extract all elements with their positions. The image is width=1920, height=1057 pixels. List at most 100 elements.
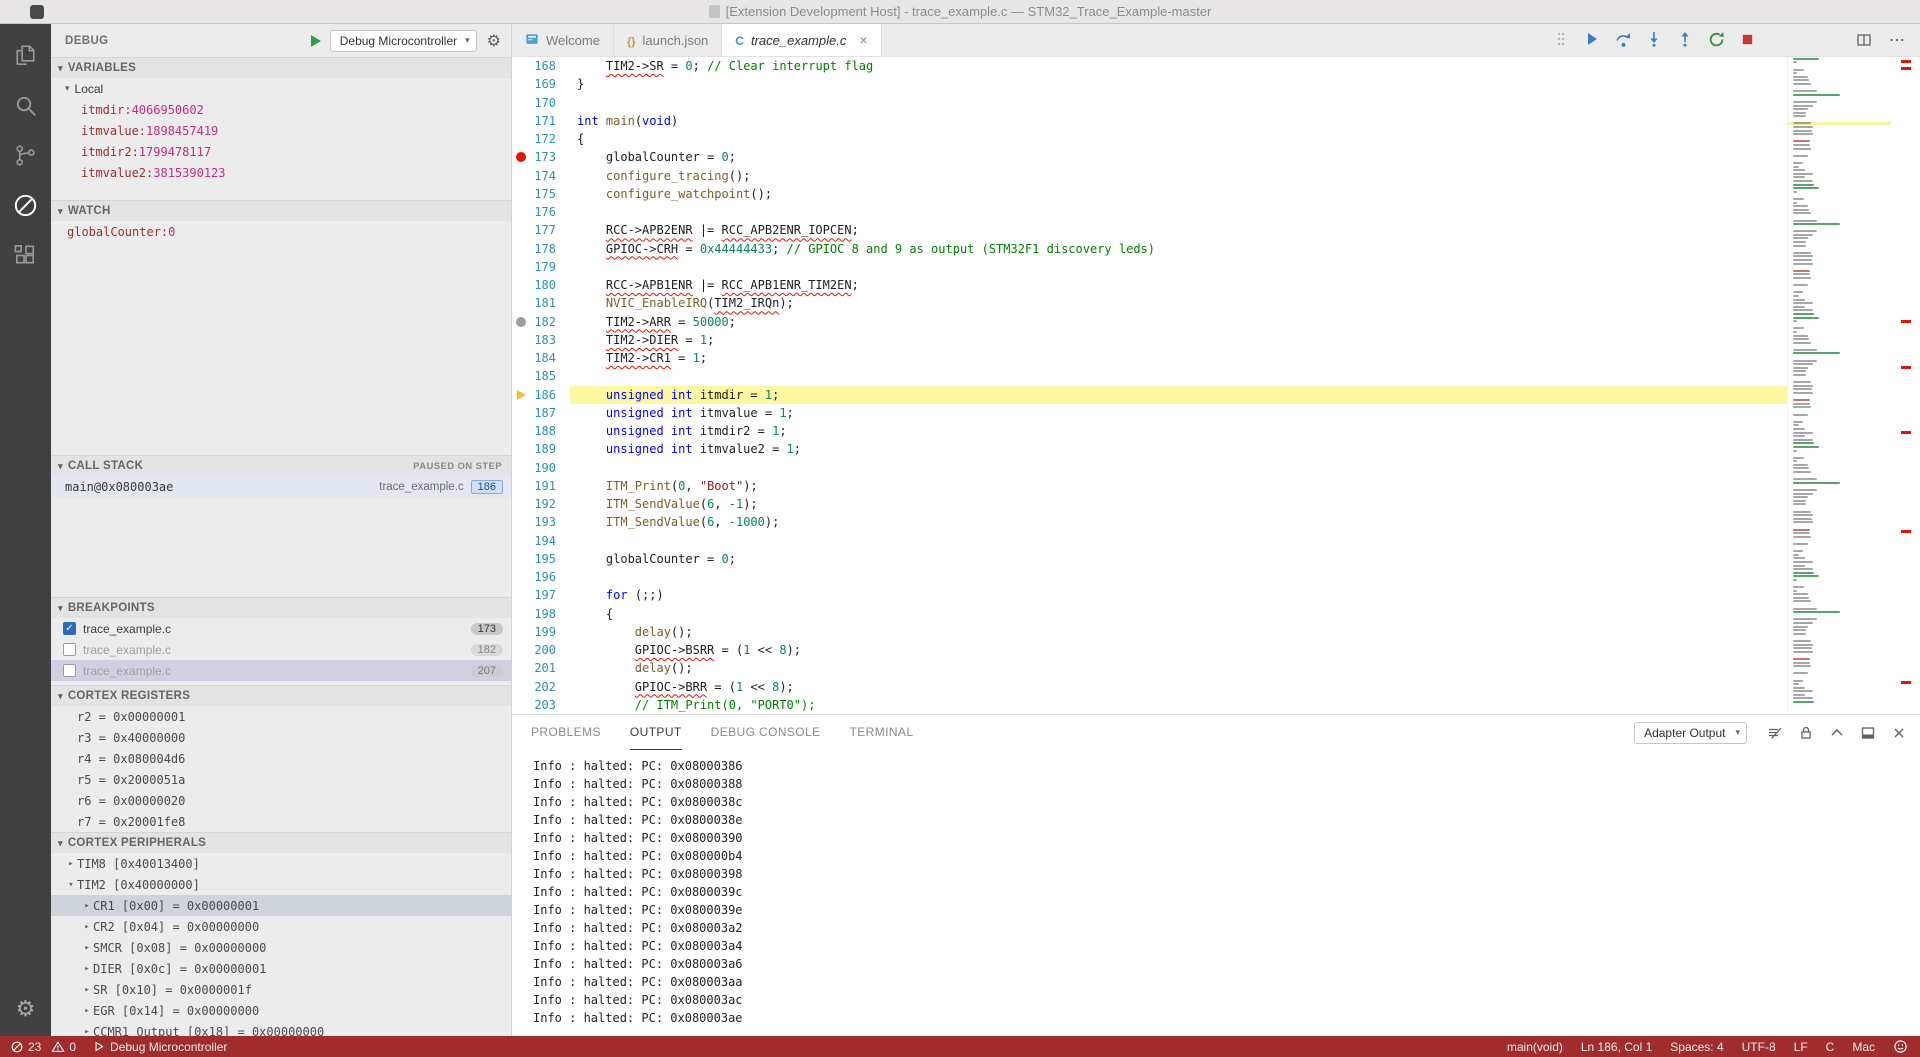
code-line[interactable]: 168 TIM2->SR = 0; // Clear interrupt fla… (512, 57, 1787, 75)
expand-icon[interactable]: ▸ (81, 1027, 93, 1037)
watch-section-header[interactable]: ▾ WATCH (51, 200, 511, 221)
code-line[interactable]: 200 GPIOC->BSRR = (1 << 8); (512, 641, 1787, 659)
close-panel-icon[interactable] (1890, 724, 1908, 742)
peripheral-row[interactable]: ▸SMCR [0x08] = 0x00000000 (51, 937, 511, 958)
code-line[interactable]: 196 (512, 568, 1787, 586)
code-editor[interactable]: 168 TIM2->SR = 0; // Clear interrupt fla… (512, 57, 1920, 714)
problems-indicator[interactable]: 23 0 (10, 1040, 76, 1054)
debug-status[interactable]: Debug Microcontroller (92, 1040, 227, 1054)
watch-row[interactable]: globalCounter: 0 (51, 221, 511, 242)
panel-layout-icon[interactable] (1859, 724, 1877, 742)
code-line[interactable]: 199 delay(); (512, 623, 1787, 641)
code-line[interactable]: 191 ITM_Print(0, "Boot"); (512, 477, 1787, 495)
cortex-peripherals-section-header[interactable]: ▾ CORTEX PERIPHERALS (51, 832, 511, 853)
call-stack-section-header[interactable]: ▾ CALL STACK PAUSED ON STEP (51, 455, 511, 476)
code-line[interactable]: 194 (512, 532, 1787, 550)
breakpoint-gutter[interactable] (512, 568, 530, 586)
scroll-lock-icon[interactable] (1797, 724, 1815, 742)
code-line[interactable]: 180 RCC->APB1ENR |= RCC_APB1ENR_TIM2EN; (512, 276, 1787, 294)
code-line[interactable]: 178 GPIOC->CRH = 0x44444433; // GPIOC 8 … (512, 240, 1787, 258)
cortex-registers-section-header[interactable]: ▾ CORTEX REGISTERS (51, 685, 511, 706)
code-line[interactable]: 173 globalCounter = 0; (512, 148, 1787, 166)
start-debug-button[interactable] (311, 35, 321, 47)
code-line[interactable]: 188 unsigned int itmdir2 = 1; (512, 422, 1787, 440)
breakpoint-gutter[interactable] (512, 331, 530, 349)
step-out-icon[interactable] (1676, 30, 1694, 48)
expand-icon[interactable]: ▸ (81, 922, 93, 932)
debug-icon[interactable] (0, 180, 51, 230)
breakpoint-gutter[interactable] (512, 422, 530, 440)
configure-gear-icon[interactable]: ⚙ (487, 31, 501, 51)
variables-section-header[interactable]: ▾ VARIABLES (51, 57, 511, 78)
code-line[interactable]: 193 ITM_SendValue(6, -1000); (512, 513, 1787, 531)
panel-tab-debug-console[interactable]: DEBUG CONSOLE (711, 715, 821, 750)
breakpoint-gutter[interactable] (512, 148, 530, 166)
tab-launch-json[interactable]: {}launch.json (614, 24, 722, 56)
peripheral-row[interactable]: ▸CR2 [0x04] = 0x00000000 (51, 916, 511, 937)
breakpoint-gutter[interactable] (512, 112, 530, 130)
breakpoint-gutter[interactable] (512, 185, 530, 203)
output-log[interactable]: Info : halted: PC: 0x08000386Info : halt… (512, 750, 1920, 1036)
code-line[interactable]: 182 TIM2->ARR = 50000; (512, 313, 1787, 331)
register-row[interactable]: r5 = 0x2000051a (51, 769, 511, 790)
breakpoint-gutter[interactable] (512, 477, 530, 495)
code-line[interactable]: 187 unsigned int itmvalue = 1; (512, 404, 1787, 422)
breakpoint-gutter[interactable] (512, 349, 530, 367)
breakpoint-gutter[interactable] (512, 586, 530, 604)
breakpoint-gutter[interactable] (512, 203, 530, 221)
debug-config-select[interactable]: Debug Microcontroller ▾ (330, 30, 477, 52)
expand-icon[interactable]: ▸ (81, 985, 93, 995)
panel-tab-output[interactable]: OUTPUT (630, 715, 682, 750)
stack-frame-row[interactable]: main@0x080003aetrace_example.c186 (51, 476, 511, 497)
search-icon[interactable] (0, 80, 51, 130)
peripheral-row[interactable]: ▾TIM2 [0x40000000] (51, 874, 511, 895)
breakpoint-row[interactable]: trace_example.c207 (51, 660, 511, 681)
code-line[interactable]: 175 configure_watchpoint(); (512, 185, 1787, 203)
breakpoint-gutter[interactable] (512, 276, 530, 294)
feedback-smiley-icon[interactable] (1893, 1039, 1908, 1054)
breakpoint-gutter[interactable] (512, 550, 530, 568)
breakpoint-gutter[interactable] (512, 641, 530, 659)
breakpoint-gutter[interactable] (512, 459, 530, 477)
register-row[interactable]: r3 = 0x40000000 (51, 727, 511, 748)
stop-icon[interactable] (1738, 30, 1756, 48)
expand-icon[interactable]: ▸ (81, 943, 93, 953)
code-line[interactable]: 176 (512, 203, 1787, 221)
close-tab-icon[interactable]: × (859, 32, 867, 48)
panel-tab-terminal[interactable]: TERMINAL (850, 715, 914, 750)
panel-tab-problems[interactable]: PROBLEMS (531, 715, 601, 750)
breakpoint-gutter[interactable] (512, 221, 530, 239)
variable-row[interactable]: itmvalue: 1898457419 (51, 120, 511, 141)
code-line[interactable]: 197 for (;;) (512, 586, 1787, 604)
status-item-ln[interactable]: Ln 186, Col 1 (1581, 1040, 1652, 1054)
code-line[interactable]: 183 TIM2->DIER = 1; (512, 331, 1787, 349)
variable-row[interactable]: itmvalue2: 3815390123 (51, 162, 511, 183)
peripheral-row[interactable]: ▸CR1 [0x00] = 0x00000001 (51, 895, 511, 916)
breakpoint-gutter[interactable] (512, 367, 530, 385)
breakpoint-gutter[interactable] (512, 404, 530, 422)
peripheral-row[interactable]: ▸SR [0x10] = 0x0000001f (51, 979, 511, 1000)
breakpoint-checkbox[interactable]: ✓ (63, 622, 76, 635)
breakpoint-row[interactable]: ✓trace_example.c173 (51, 618, 511, 639)
split-editor-icon[interactable] (1855, 31, 1873, 49)
code-line[interactable]: 186 unsigned int itmdir = 1; (512, 386, 1787, 404)
peripheral-row[interactable]: ▸DIER [0x0c] = 0x00000001 (51, 958, 511, 979)
peripheral-row[interactable]: ▸EGR [0x14] = 0x00000000 (51, 1000, 511, 1021)
restart-icon[interactable] (1707, 30, 1725, 48)
breakpoint-gutter[interactable] (512, 623, 530, 641)
breakpoint-gutter[interactable] (512, 440, 530, 458)
code-line[interactable]: 184 TIM2->CR1 = 1; (512, 349, 1787, 367)
expand-icon[interactable]: ▸ (81, 1006, 93, 1016)
code-line[interactable]: 190 (512, 459, 1787, 477)
breakpoint-gutter[interactable] (512, 313, 530, 331)
register-row[interactable]: r7 = 0x20001fe8 (51, 811, 511, 832)
register-row[interactable]: r4 = 0x080004d6 (51, 748, 511, 769)
breakpoint-gutter[interactable] (512, 386, 530, 404)
breakpoint-row[interactable]: trace_example.c182 (51, 639, 511, 660)
breakpoint-gutter[interactable] (512, 167, 530, 185)
code-line[interactable]: 177 RCC->APB2ENR |= RCC_APB2ENR_IOPCEN; (512, 221, 1787, 239)
code-line[interactable]: 198 { (512, 605, 1787, 623)
code-line[interactable]: 172{ (512, 130, 1787, 148)
breakpoint-gutter[interactable] (512, 696, 530, 714)
breakpoint-gutter[interactable] (512, 659, 530, 677)
